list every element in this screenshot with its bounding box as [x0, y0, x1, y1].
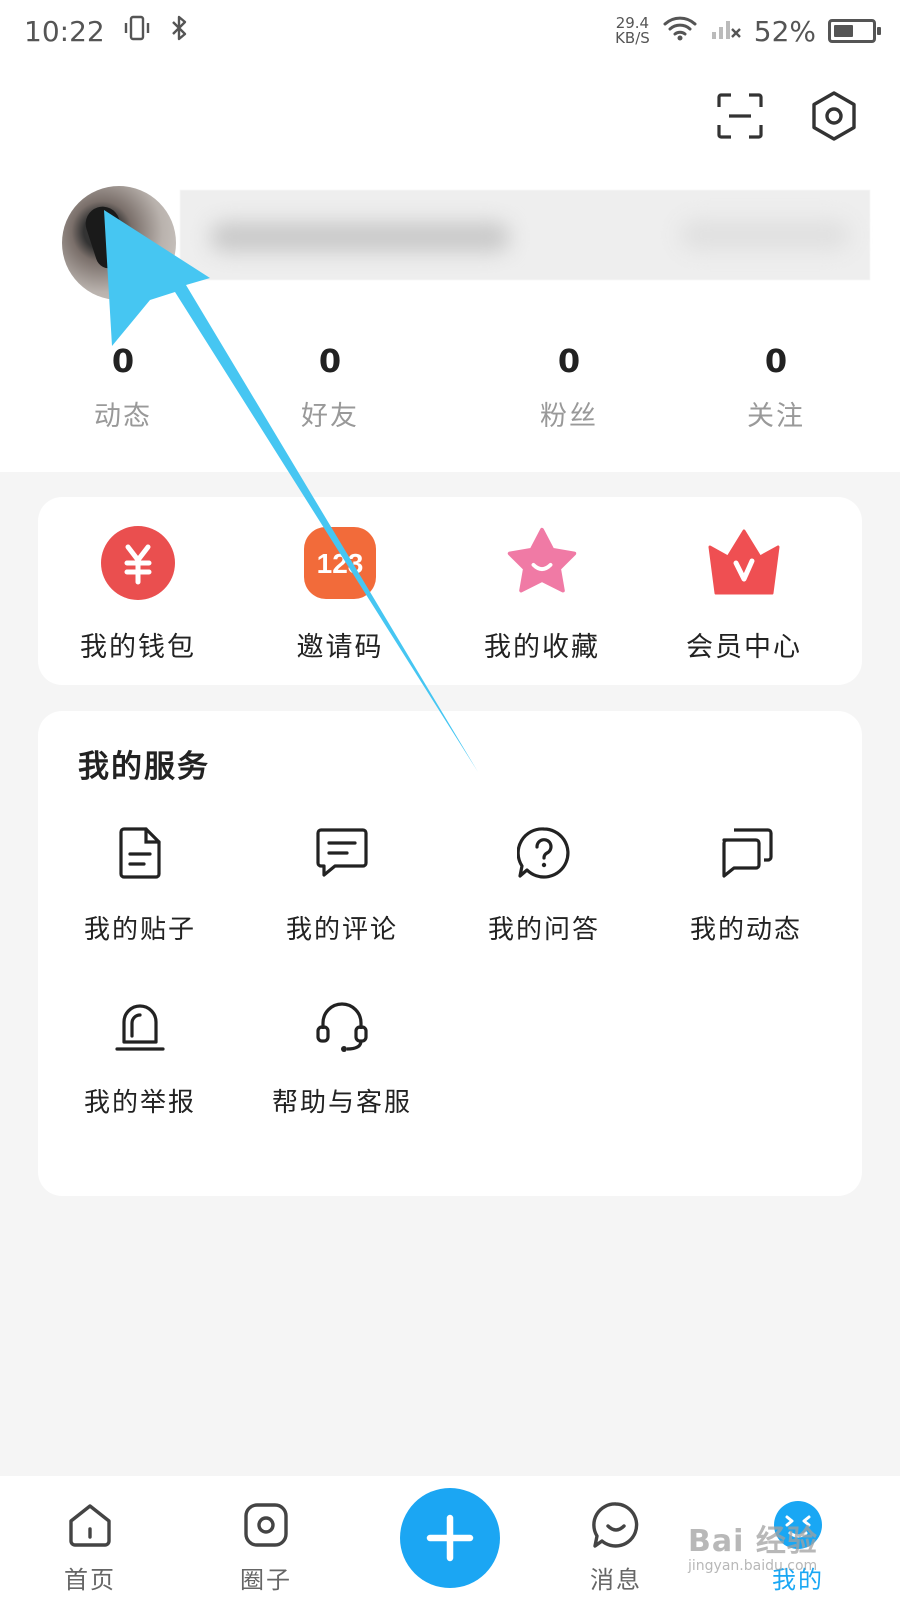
scan-icon: [717, 93, 763, 139]
bluetooth-icon: [169, 14, 191, 49]
tab-circle[interactable]: 圈子: [206, 1498, 326, 1595]
message-icon: [589, 1498, 643, 1552]
chat-bubbles-icon: [716, 823, 776, 883]
question-icon: [514, 823, 574, 883]
wallet-icon: [100, 525, 176, 601]
stat-label: 动态: [94, 401, 152, 432]
tab-label: 圈子: [240, 1566, 292, 1594]
tab-messages[interactable]: 消息: [556, 1498, 676, 1595]
stat-posts[interactable]: 0 动态: [48, 342, 198, 433]
service-item-activity[interactable]: 我的动态: [646, 823, 846, 946]
plus-icon: [426, 1514, 474, 1562]
star-icon: [504, 525, 580, 601]
vibrate-icon: [123, 14, 151, 49]
service-item-label: 帮助与客服: [271, 1088, 412, 1118]
quick-actions-card: 我的钱包 123 邀请码 我的收藏 会员中心: [38, 497, 862, 685]
services-card: 我的服务 我的贴子 我的评论 我的问答 我的动态 我的举报 帮助与客服: [38, 711, 862, 1196]
service-item-label: 我的动态: [689, 915, 802, 945]
quick-item-invite-code[interactable]: 123 邀请码: [250, 525, 430, 664]
status-bar: 10:22 29.4 KB/S 52%: [0, 0, 900, 62]
signal-icon: [710, 14, 742, 49]
stat-label: 好友: [301, 401, 359, 432]
username-blurred[interactable]: [180, 190, 870, 280]
profile-header: 0 动态 0 好友 0 粉丝 0 关注: [0, 62, 900, 472]
invite-code-icon-text: 123: [317, 548, 364, 579]
quick-item-label: 会员中心: [686, 632, 802, 663]
service-item-help[interactable]: 帮助与客服: [242, 996, 442, 1119]
net-speed-unit: KB/S: [615, 29, 650, 47]
stat-label: 粉丝: [540, 401, 598, 432]
quick-item-label: 邀请码: [296, 632, 384, 663]
quick-item-label: 我的收藏: [484, 632, 600, 663]
service-item-label: 我的评论: [285, 915, 398, 945]
circle-icon: [239, 1498, 293, 1552]
quick-item-vip-center[interactable]: 会员中心: [654, 525, 834, 664]
net-speed: 29.4 KB/S: [615, 16, 650, 46]
stat-label: 关注: [747, 401, 805, 432]
stat-value: 0: [111, 342, 135, 380]
service-item-label: 我的举报: [83, 1088, 196, 1118]
invite-code-icon: 123: [302, 525, 378, 601]
watermark-url: jingyan.baidu.com: [688, 1558, 818, 1574]
stat-following[interactable]: 0 关注: [701, 342, 851, 433]
stat-value: 0: [764, 342, 788, 380]
stat-friends[interactable]: 0 好友: [255, 342, 405, 433]
settings-button[interactable]: [808, 90, 860, 142]
document-icon: [110, 823, 170, 883]
quick-item-wallet[interactable]: 我的钱包: [48, 525, 228, 664]
crown-icon: [706, 525, 782, 601]
headset-icon: [312, 996, 372, 1056]
tab-label: 首页: [64, 1566, 116, 1594]
tab-label: 消息: [590, 1566, 642, 1594]
quick-item-label: 我的钱包: [80, 632, 196, 663]
stat-value: 0: [318, 342, 342, 380]
avatar[interactable]: [62, 186, 176, 300]
service-item-label: 我的问答: [487, 915, 600, 945]
stat-value: 0: [557, 342, 581, 380]
service-item-reports[interactable]: 我的举报: [40, 996, 240, 1119]
comment-icon: [312, 823, 372, 883]
service-item-label: 我的贴子: [83, 915, 196, 945]
quick-item-favorites[interactable]: 我的收藏: [452, 525, 632, 664]
service-item-posts[interactable]: 我的贴子: [40, 823, 240, 946]
gear-icon: [812, 91, 856, 141]
services-title: 我的服务: [78, 749, 210, 785]
stat-fans[interactable]: 0 粉丝: [494, 342, 644, 433]
watermark-text: Bai 经验: [688, 1524, 818, 1559]
watermark-logo: Bai 经验 jingyan.baidu.com: [688, 1516, 878, 1574]
service-item-qa[interactable]: 我的问答: [444, 823, 644, 946]
create-post-button[interactable]: [400, 1488, 500, 1588]
battery-percent: 52%: [753, 14, 816, 48]
tab-home[interactable]: 首页: [30, 1498, 150, 1595]
battery-icon: [828, 19, 881, 43]
home-icon: [63, 1498, 117, 1552]
status-time: 10:22: [24, 14, 105, 48]
service-item-comments[interactable]: 我的评论: [242, 823, 442, 946]
alarm-icon: [110, 996, 170, 1056]
scan-button[interactable]: [714, 90, 766, 142]
wifi-icon: [662, 14, 698, 49]
